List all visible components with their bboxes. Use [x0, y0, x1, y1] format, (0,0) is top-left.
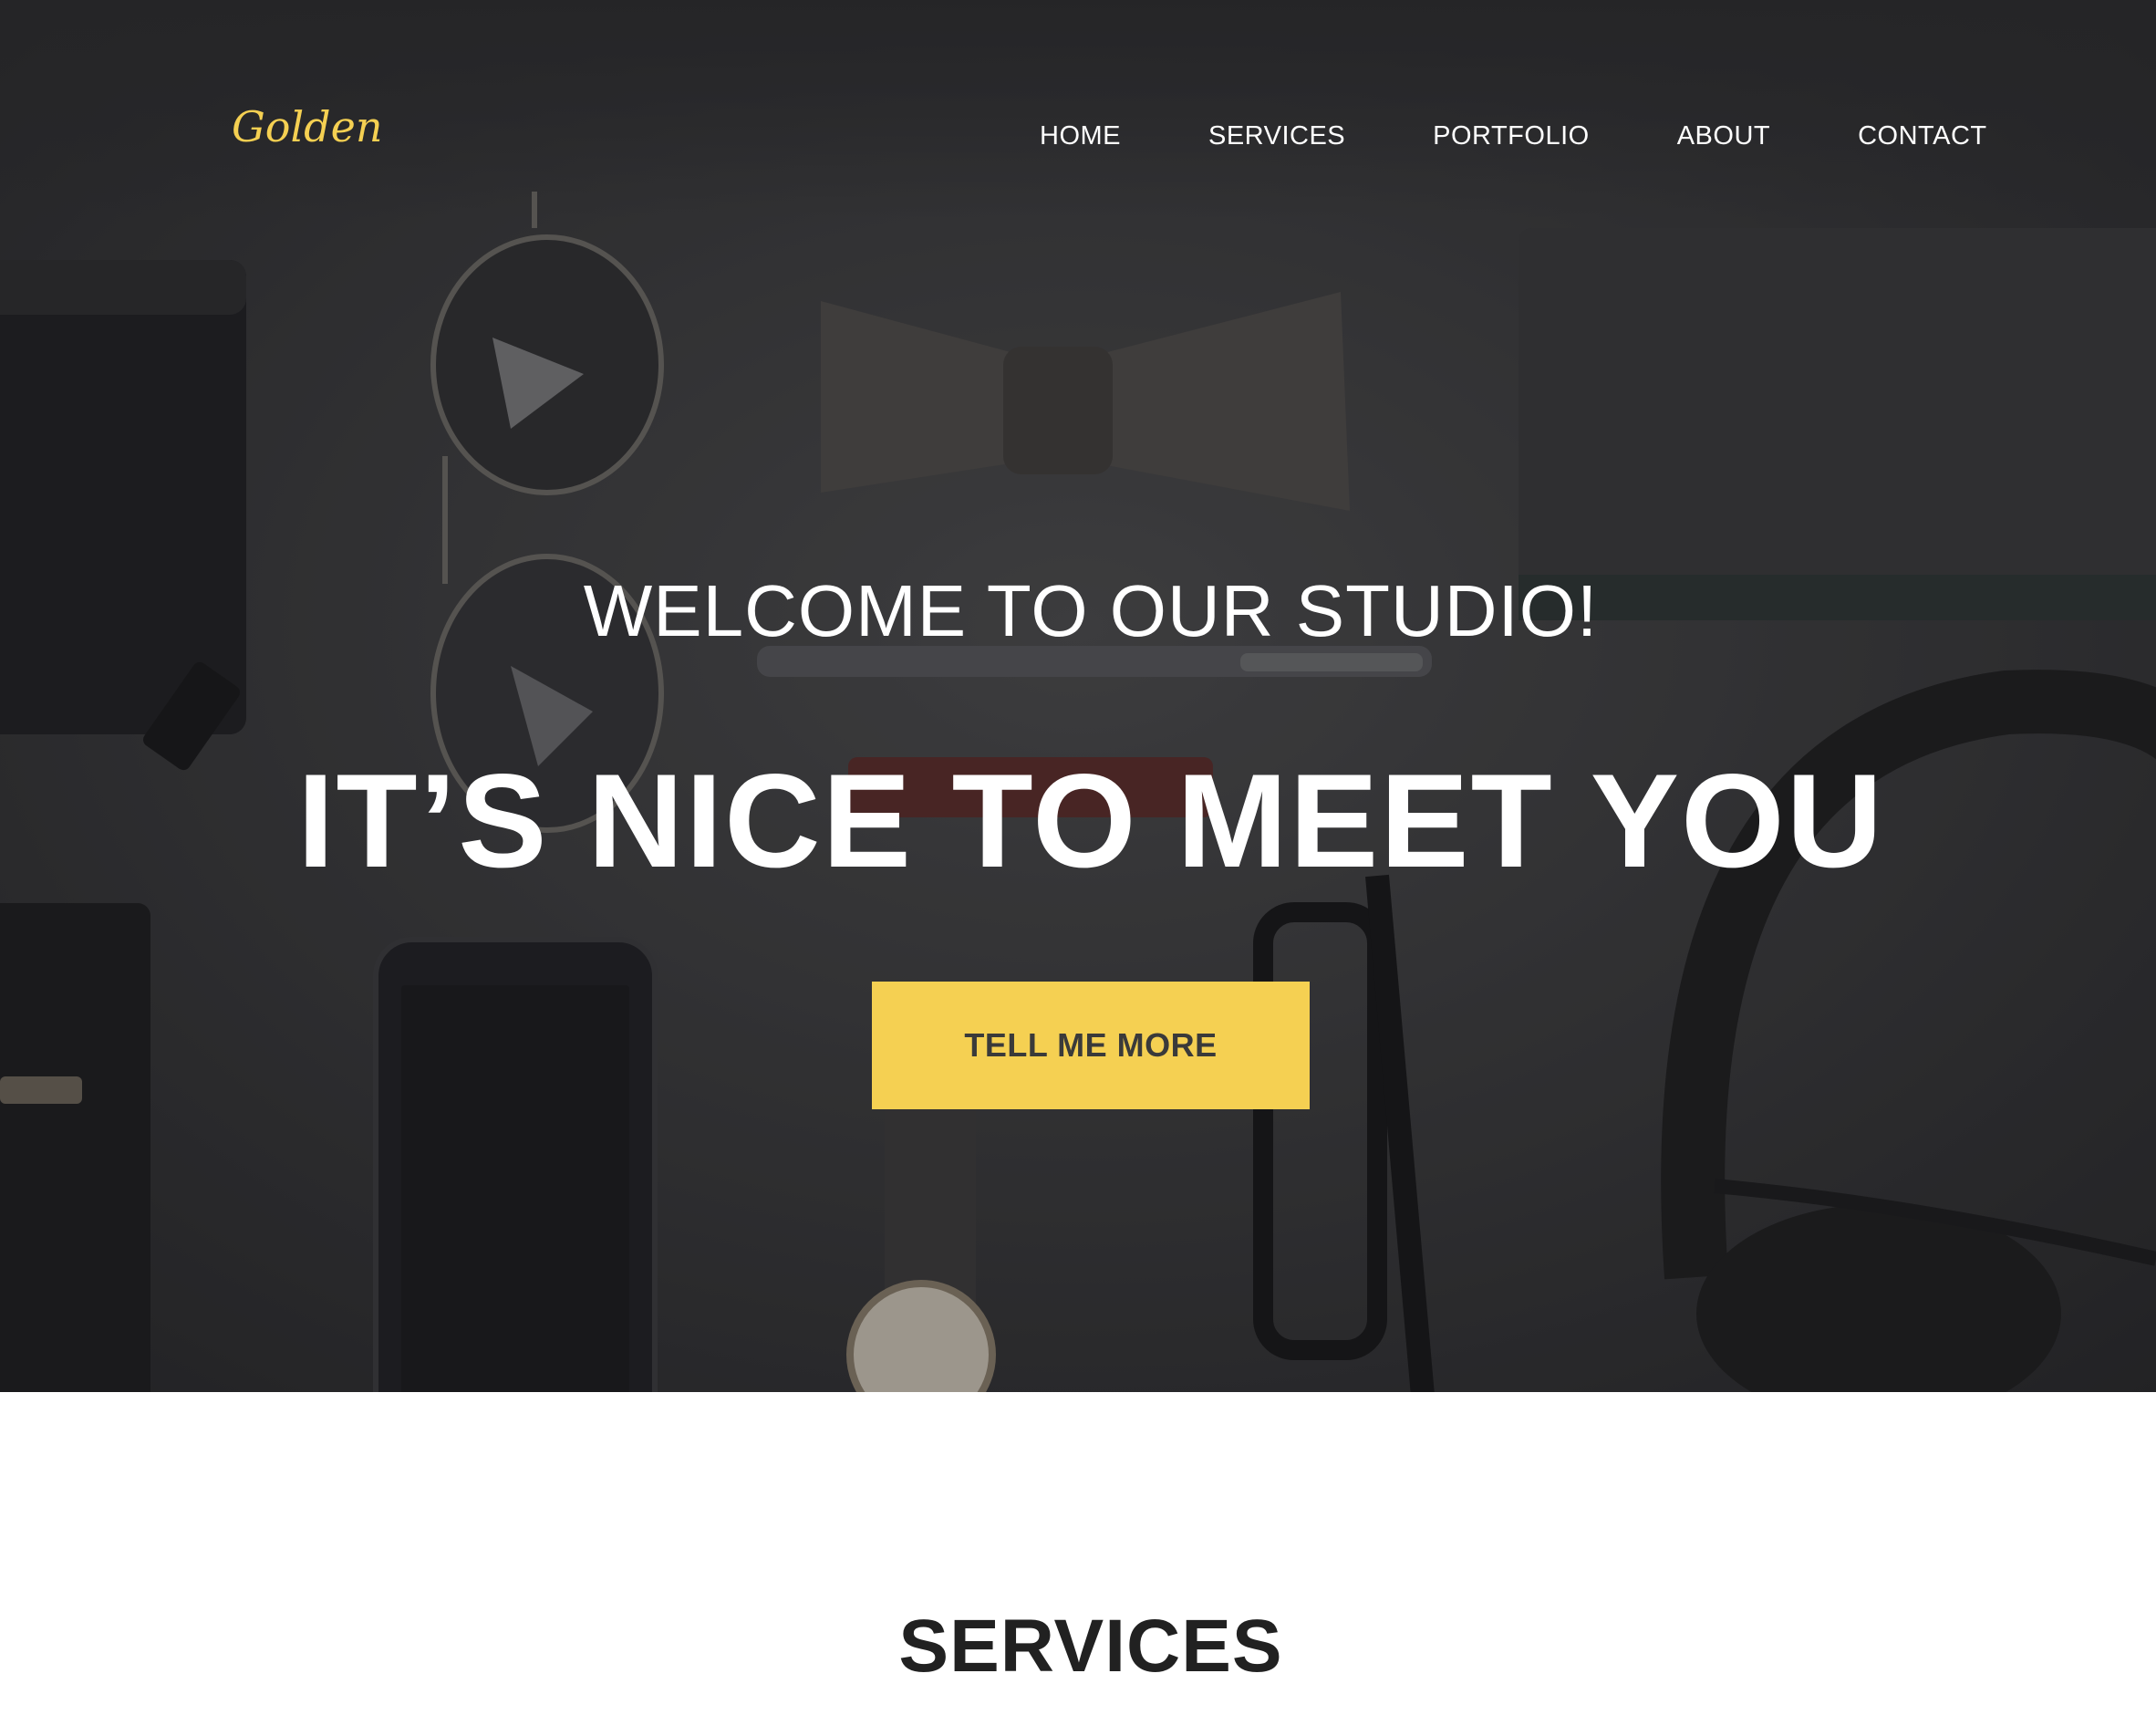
hero-headline: IT’S NICE TO MEET YOU — [296, 746, 1885, 895]
nav-link-about[interactable]: ABOUT — [1677, 120, 1770, 151]
brand-logo[interactable]: Golden — [228, 91, 392, 173]
nav-link-services[interactable]: SERVICES — [1208, 120, 1345, 151]
nav-link-portfolio[interactable]: PORTFOLIO — [1433, 120, 1590, 151]
hero-overlay — [0, 0, 2156, 1392]
brand-logo-text: Golden — [232, 102, 382, 151]
hero-subtitle: WELCOME TO OUR STUDIO! — [583, 570, 1599, 651]
hero-section: Golden HOME SERVICES PORTFOLIO ABOUT CON… — [0, 0, 2156, 1392]
services-section-title: SERVICES — [898, 1605, 1283, 1688]
main-nav: HOME SERVICES PORTFOLIO ABOUT CONTACT — [1040, 120, 1987, 151]
tell-me-more-button[interactable]: TELL ME MORE — [872, 982, 1310, 1109]
nav-link-contact[interactable]: CONTACT — [1858, 120, 1987, 151]
nav-link-home[interactable]: HOME — [1040, 120, 1121, 151]
